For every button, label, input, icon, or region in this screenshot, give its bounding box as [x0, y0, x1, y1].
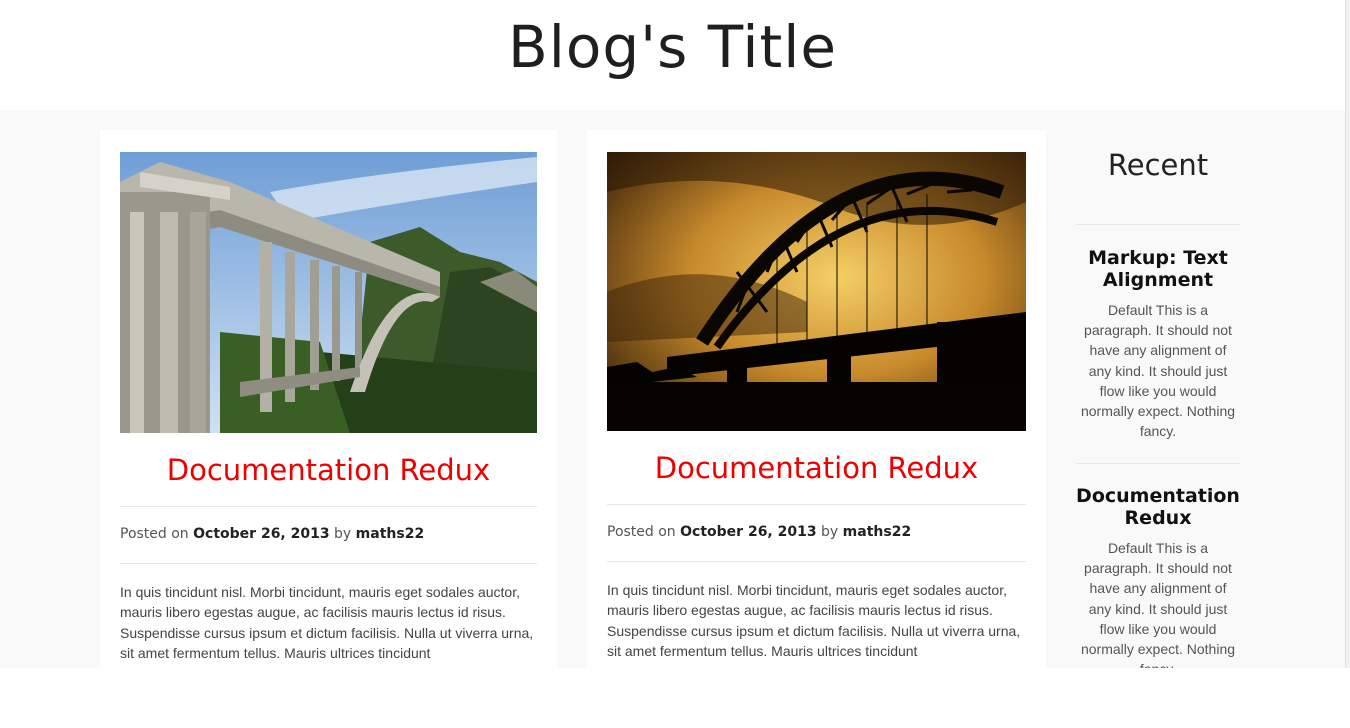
divider — [1076, 463, 1240, 464]
recent-post-title[interactable]: Markup: Text Alignment — [1076, 247, 1240, 291]
post-card: Documentation Redux Posted on October 26… — [587, 130, 1046, 668]
steel-arch-bridge-sunset-photo-icon — [607, 152, 1026, 431]
post-title[interactable]: Documentation Redux — [120, 452, 537, 488]
by-label: by — [821, 524, 839, 540]
concrete-arch-bridge-photo-icon — [120, 152, 537, 433]
post-featured-image[interactable] — [607, 152, 1026, 431]
content-area: Documentation Redux Posted on October 26… — [0, 110, 1345, 668]
post-featured-image[interactable] — [120, 152, 537, 433]
post-meta: Posted on October 26, 2013 by maths22 — [607, 524, 1026, 540]
recent-post-excerpt: Default This is a paragraph. It should n… — [1080, 540, 1236, 668]
post-author-link[interactable]: maths22 — [356, 526, 425, 542]
divider — [120, 506, 537, 507]
by-label: by — [334, 526, 352, 542]
divider — [1076, 224, 1240, 225]
post-date-link[interactable]: October 26, 2013 — [680, 524, 816, 540]
widget-title: Recent — [1107, 148, 1209, 182]
site-header: Blog's Title — [0, 0, 1345, 110]
divider — [607, 504, 1026, 505]
post-card: Documentation Redux Posted on October 26… — [100, 130, 557, 668]
vertical-scrollbar[interactable] — [1345, 0, 1350, 668]
posted-on-label: Posted on — [120, 526, 189, 542]
recent-post-title[interactable]: Documentation Redux — [1076, 485, 1240, 529]
site-title[interactable]: Blog's Title — [0, 12, 1345, 82]
post-excerpt: In quis tincidunt nisl. Morbi tincidunt,… — [120, 584, 534, 661]
post-date-link[interactable]: October 26, 2013 — [193, 526, 329, 542]
post-title[interactable]: Documentation Redux — [607, 450, 1026, 486]
post-meta: Posted on October 26, 2013 by maths22 — [120, 526, 537, 542]
divider — [120, 563, 537, 564]
post-excerpt: In quis tincidunt nisl. Morbi tincidunt,… — [607, 582, 1021, 659]
divider — [607, 561, 1026, 562]
post-author-link[interactable]: maths22 — [843, 524, 912, 540]
posted-on-label: Posted on — [607, 524, 676, 540]
recent-post-excerpt: Default This is a paragraph. It should n… — [1080, 302, 1236, 440]
